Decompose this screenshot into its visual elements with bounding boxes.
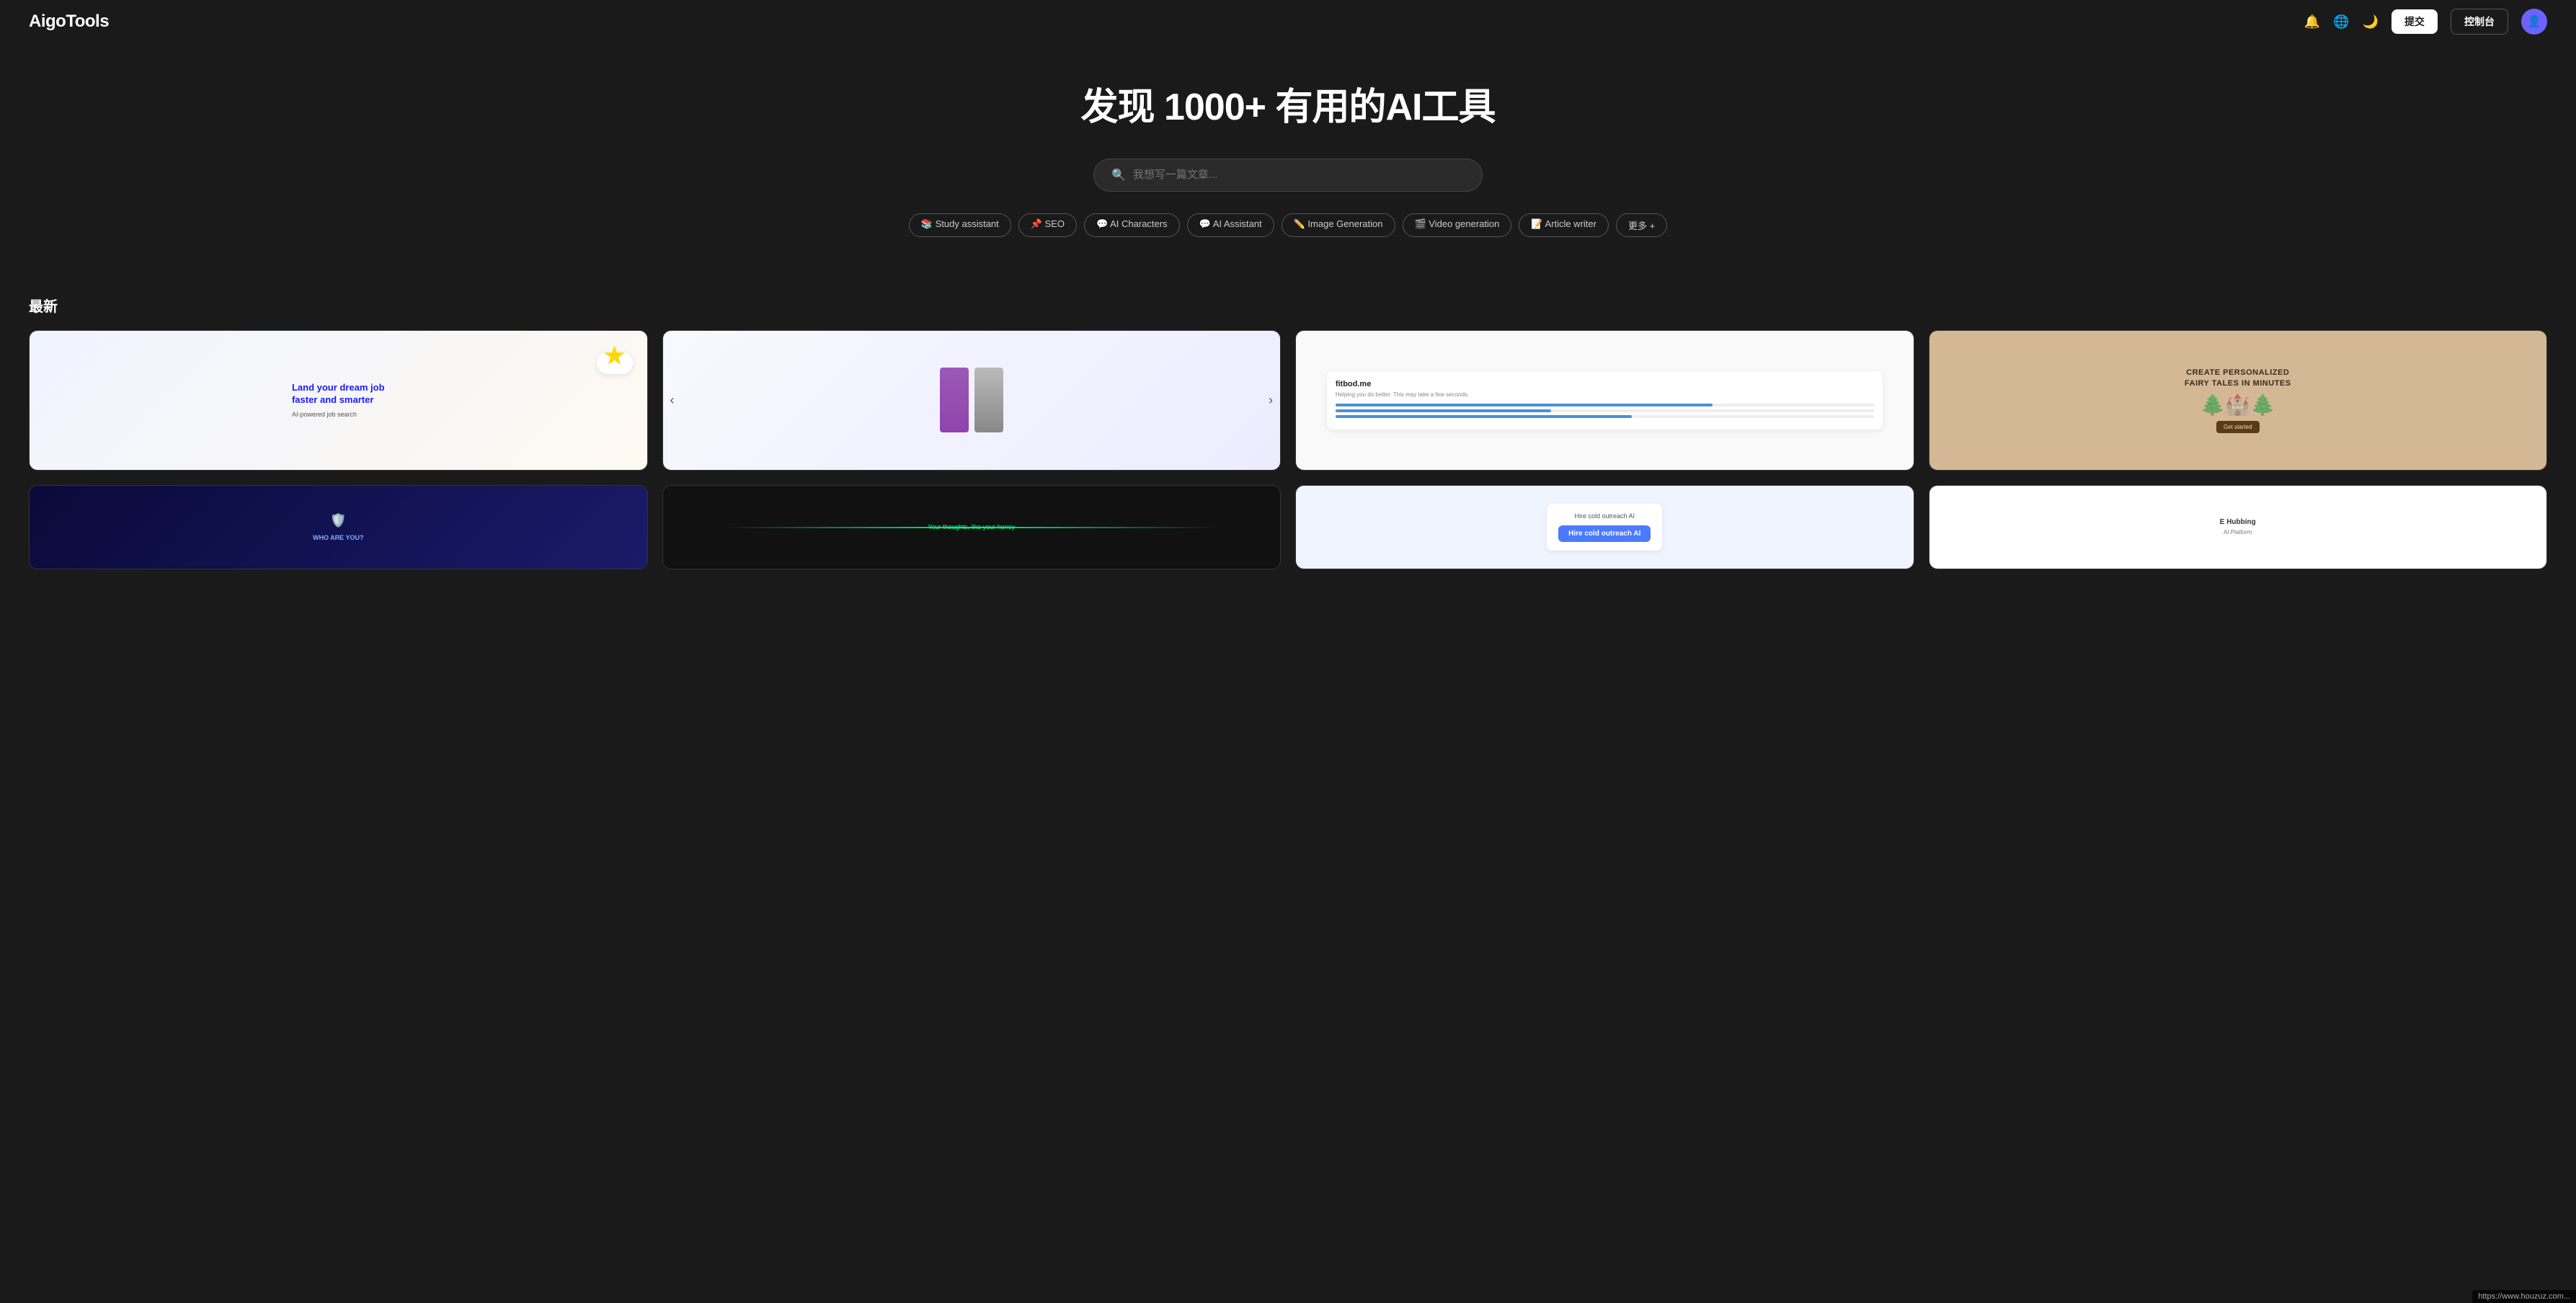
card-row2-1-thumb: 🛡️ WHO ARE YOU? <box>30 486 647 569</box>
outfit-figures <box>937 368 1006 432</box>
hero-section: 发现 1000+ 有用的AI工具 🔍 📚 Study assistant 📌 S… <box>0 43 2576 295</box>
fitbod-inner: fitbod.me Helping you do better. This ma… <box>1327 371 1883 430</box>
tag-study[interactable]: 📚 Study assistant <box>909 213 1011 237</box>
tag-more[interactable]: 更多 + <box>1616 213 1667 237</box>
card-fitbod[interactable]: fitbod.me Helping you do better. This ma… <box>1295 330 1914 471</box>
card-row2-4-thumb-title: E Hubbing <box>2220 518 2256 526</box>
card-grid-row2: 🛡️ WHO ARE YOU? Your thoughts, like your… <box>29 485 2547 569</box>
search-bar-wrapper: 🔍 <box>14 159 2562 192</box>
moon-icon[interactable]: 🌙 <box>2363 14 2379 30</box>
search-bar: 🔍 <box>1093 159 1483 192</box>
outfit-prev-arrow[interactable]: ‹ <box>670 393 675 408</box>
card-hire-thumb: Hire cold outreach AI Hire cold outreach… <box>1296 486 1914 569</box>
card-ribbon[interactable]: Land your dream jobfaster and smarter AI… <box>29 330 648 471</box>
globe-icon[interactable]: 🌐 <box>2333 14 2349 30</box>
wizfairy-cta-button[interactable]: Get started <box>2216 421 2260 433</box>
wizfairy-headline: CREATE PERSONALIZEDFAIRY TALES IN MINUTE… <box>2185 368 2291 390</box>
card-outfit-thumb: ‹ › <box>663 331 1281 470</box>
url-bar: https://www.houzuz.com... <box>2472 1290 2576 1303</box>
card-row2-1[interactable]: 🛡️ WHO ARE YOU? <box>29 485 648 569</box>
tag-ai-assistant[interactable]: 💬 AI Assistant <box>1187 213 1274 237</box>
submit-button[interactable]: 提交 <box>2391 9 2438 34</box>
search-icon: 🔍 <box>1111 168 1126 182</box>
fitbod-bar-fill-3 <box>1336 415 1632 418</box>
fitbod-bar-3 <box>1336 415 1874 418</box>
ribbon-thumb-content: Land your dream jobfaster and smarter AI… <box>277 368 399 432</box>
fitbod-bar-2 <box>1336 409 1874 412</box>
fitbod-logo-text: fitbod.me <box>1336 380 1874 388</box>
card-row2-2-thumb-text: Your thoughts, like your honey <box>928 523 1015 530</box>
card-row2-4-thumb: E Hubbing AI Platform <box>1929 486 2547 569</box>
bell-icon[interactable]: 🔔 <box>2304 14 2320 30</box>
card-row2-4-thumb-inner: E Hubbing AI Platform <box>2213 511 2263 543</box>
outfit-figure-1 <box>940 368 969 432</box>
card-outfit[interactable]: ‹ › Outfit Anyone AI ↗ Outfit Anyone AI … <box>662 330 1282 471</box>
card-fitbod-thumb: fitbod.me Helping you do better. This ma… <box>1296 331 1914 470</box>
tag-article-writer[interactable]: 📝 Article writer <box>1519 213 1609 237</box>
card-wizfairy[interactable]: CREATE PERSONALIZEDFAIRY TALES IN MINUTE… <box>1929 330 2548 471</box>
ribbon-sub: AI-powered job search <box>292 411 385 418</box>
fitbod-bar-fill-1 <box>1336 404 1713 406</box>
wizfairy-text-overlay: CREATE PERSONALIZEDFAIRY TALES IN MINUTE… <box>2185 368 2291 433</box>
ribbon-headline: Land your dream jobfaster and smarter <box>292 382 385 406</box>
card-row2-4-thumb-sub: AI Platform <box>2220 529 2256 535</box>
hire-btn[interactable]: Hire cold outreach AI <box>1558 525 1651 542</box>
wizfairy-trees: 🌲🏰🌲 <box>2185 393 2291 417</box>
nav-right: 🔔 🌐 🌙 提交 控制台 👤 <box>2304 9 2547 35</box>
card-hire[interactable]: Hire cold outreach AI Hire cold outreach… <box>1295 485 1914 569</box>
logo[interactable]: AigoTools <box>29 12 109 32</box>
card-wizfairy-body: WizFairy ↗ WizFairy is an innovative pla… <box>1929 470 2547 471</box>
section-title-latest: 最新 <box>29 295 2547 316</box>
fitbod-sub-text: Helping you do better. This may take a f… <box>1336 391 1874 398</box>
card-grid-row1: Land your dream jobfaster and smarter AI… <box>29 330 2547 471</box>
card-row2-2-thumb: Your thoughts, like your honey <box>663 486 1281 569</box>
fitbod-bar-1 <box>1336 404 1874 406</box>
card-row2-2[interactable]: Your thoughts, like your honey <box>662 485 1282 569</box>
card-row2-4[interactable]: E Hubbing AI Platform <box>1929 485 2548 569</box>
card-wizfairy-thumb: CREATE PERSONALIZEDFAIRY TALES IN MINUTE… <box>1929 331 2547 470</box>
tag-ai-characters[interactable]: 💬 AI Characters <box>1084 213 1180 237</box>
hire-inner: Hire cold outreach AI Hire cold outreach… <box>1547 504 1662 551</box>
tags-container: 📚 Study assistant 📌 SEO 💬 AI Characters … <box>14 213 2562 237</box>
avatar[interactable]: 👤 <box>2521 9 2547 35</box>
fitbod-bar-fill-2 <box>1336 409 1551 412</box>
hire-text-sm: Hire cold outreach AI <box>1558 512 1651 520</box>
outfit-figure-2 <box>974 368 1003 432</box>
tag-seo[interactable]: 📌 SEO <box>1018 213 1077 237</box>
card-ribbon-body: Ribbon ↗ Ribbon is an AI-powered job sea… <box>30 470 647 471</box>
card-outfit-body: Outfit Anyone AI ↗ Outfit Anyone AI is a… <box>663 470 1281 471</box>
card-ribbon-thumb: Land your dream jobfaster and smarter AI… <box>30 331 647 470</box>
card-row2-1-thumb-text: 🛡️ WHO ARE YOU? <box>306 506 371 548</box>
ribbon-shape <box>597 352 633 374</box>
outfit-next-arrow[interactable]: › <box>1269 393 1273 408</box>
search-input[interactable] <box>1133 169 1465 181</box>
navbar: AigoTools 🔔 🌐 🌙 提交 控制台 👤 <box>0 0 2576 43</box>
console-button[interactable]: 控制台 <box>2451 9 2508 35</box>
latest-section: 最新 Land your dream jobfaster and smarter… <box>0 295 2576 598</box>
hero-title: 发现 1000+ 有用的AI工具 <box>14 86 2562 130</box>
card-fitbod-body: Fitbod ↗ Fitbod is an AI-powered workout… <box>1296 470 1914 471</box>
tag-image-gen[interactable]: ✏️ Image Generation <box>1282 213 1395 237</box>
tag-video-gen[interactable]: 🎬 Video generation <box>1403 213 1512 237</box>
